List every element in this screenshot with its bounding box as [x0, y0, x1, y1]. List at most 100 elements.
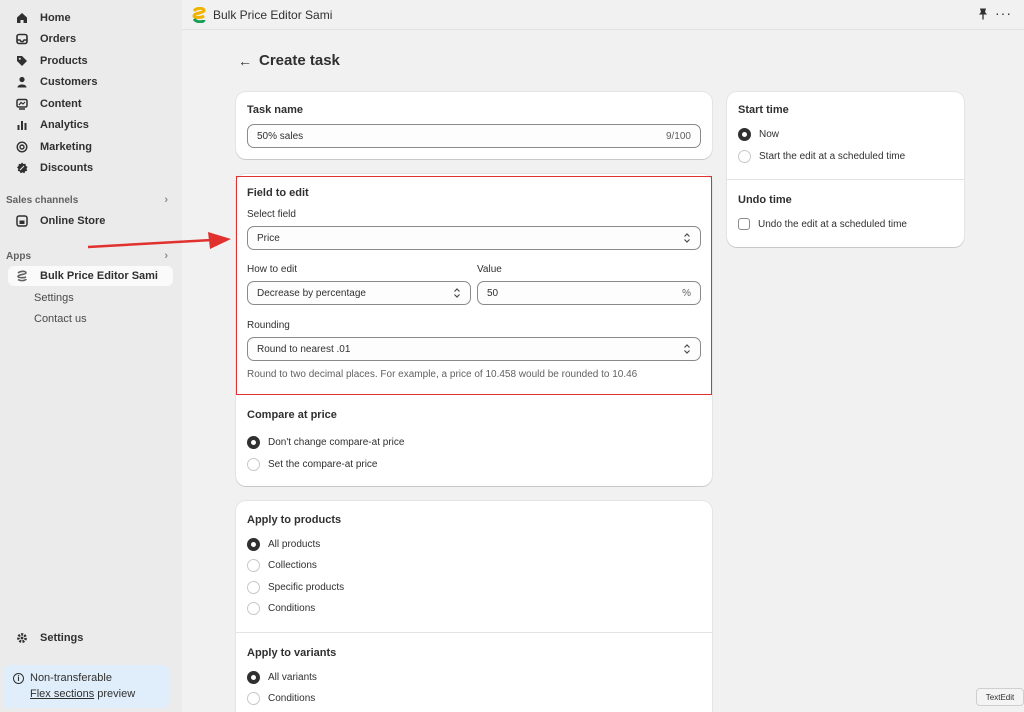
divider: [236, 632, 712, 633]
nav-app-settings[interactable]: Settings: [8, 288, 173, 308]
undo-time-checkbox[interactable]: Undo the edit at a scheduled time: [738, 218, 907, 230]
nav-orders-label: Orders: [40, 33, 77, 45]
nav-home-label: Home: [40, 12, 71, 24]
app-title: Bulk Price Editor Sami: [213, 8, 333, 22]
nav-discounts-label: Discounts: [40, 162, 94, 174]
notice-banner: i Non-transferable Flex sections preview: [3, 665, 169, 708]
radio-selected[interactable]: [247, 671, 260, 684]
nav-app-settings-label: Settings: [34, 292, 74, 304]
bar-chart-icon: [15, 118, 29, 132]
app-topbar: Bulk Price Editor Sami ···: [182, 0, 1024, 30]
page-title: Create task: [259, 52, 340, 69]
app-stack-icon: [15, 269, 29, 283]
apply-products-option-label: Conditions: [268, 603, 316, 614]
nav-analytics-label: Analytics: [40, 119, 89, 131]
radio-unselected[interactable]: [247, 602, 260, 615]
radio-unselected[interactable]: [247, 559, 260, 572]
info-icon: i: [13, 673, 24, 684]
store-icon: [15, 214, 29, 228]
compare-at-option-label: Set the compare-at price: [268, 459, 378, 470]
compare-at-title: Compare at price: [247, 409, 337, 421]
apply-variants-option-label: Conditions: [268, 693, 316, 704]
pin-icon[interactable]: [978, 8, 988, 23]
discount-icon: [15, 161, 29, 175]
radio-selected[interactable]: [247, 436, 260, 449]
nav-settings-label: Settings: [40, 632, 84, 644]
nav-content-label: Content: [40, 98, 82, 110]
compare-at-option-set[interactable]: Set the compare-at price: [247, 458, 378, 471]
task-name-counter: 9/100: [665, 130, 691, 142]
task-name-title: Task name: [247, 104, 304, 116]
divider: [727, 179, 964, 180]
nav-marketing-label: Marketing: [40, 141, 92, 153]
content-icon: [15, 97, 29, 111]
sidebar: Home Orders Products Customers Content A…: [0, 0, 182, 712]
apply-products-title: Apply to products: [247, 514, 342, 526]
start-time-scheduled[interactable]: Start the edit at a scheduled time: [738, 150, 905, 163]
task-name-card: Task name 50% sales 9/100: [236, 92, 712, 159]
apply-products-conditions[interactable]: Conditions: [247, 602, 315, 615]
nav-content[interactable]: Content: [8, 94, 173, 114]
sales-channels-header[interactable]: Sales channels ›: [6, 194, 172, 206]
nav-analytics[interactable]: Analytics: [8, 115, 173, 135]
chevron-right-icon: ›: [164, 194, 168, 206]
checkbox[interactable]: [738, 218, 750, 230]
apply-products-collections[interactable]: Collections: [247, 559, 317, 572]
radio-unselected[interactable]: [247, 458, 260, 471]
compare-at-option-label: Don't change compare-at price: [268, 437, 405, 448]
nav-orders[interactable]: Orders: [8, 29, 173, 49]
flex-sections-link[interactable]: Flex sections: [30, 688, 94, 700]
compare-at-option-dont-change[interactable]: Don't change compare-at price: [247, 436, 404, 449]
nav-app-contact[interactable]: Contact us: [8, 309, 173, 329]
nav-products-label: Products: [40, 55, 88, 67]
nav-discounts[interactable]: Discounts: [8, 158, 173, 178]
nav-products[interactable]: Products: [8, 51, 173, 71]
apply-to-card: Apply to products All products Collectio…: [236, 501, 712, 712]
nav-online-store-label: Online Store: [40, 215, 106, 227]
back-arrow-icon[interactable]: ←: [238, 53, 252, 69]
schedule-card: Start time Now Start the edit at a sched…: [727, 92, 964, 247]
apply-products-specific[interactable]: Specific products: [247, 581, 344, 594]
gear-icon: [15, 631, 29, 645]
home-icon: [15, 11, 29, 25]
radio-unselected[interactable]: [247, 692, 260, 705]
notice-suffix: preview: [94, 688, 136, 700]
task-name-input[interactable]: 50% sales 9/100: [247, 124, 701, 148]
radio-selected[interactable]: [738, 128, 751, 141]
app-logo-icon: [192, 6, 206, 24]
start-time-option-label: Start the edit at a scheduled time: [759, 151, 906, 162]
apply-variants-title: Apply to variants: [247, 647, 337, 659]
orders-icon: [15, 32, 29, 46]
notice-title: Non-transferable: [30, 672, 112, 684]
textedit-tooltip: TextEdit: [976, 688, 1024, 706]
notice-body: Flex sections preview: [30, 688, 135, 700]
more-options-icon[interactable]: ···: [995, 5, 1012, 21]
apply-products-option-label: Specific products: [268, 582, 345, 593]
nav-app-name-label: Bulk Price Editor Sami: [40, 270, 158, 282]
task-name-value: 50% sales: [257, 130, 304, 142]
apply-variants-all[interactable]: All variants: [247, 671, 317, 684]
person-icon: [15, 75, 29, 89]
apply-products-option-label: All products: [268, 539, 321, 550]
annotation-arrow: [88, 232, 231, 249]
radio-selected[interactable]: [247, 538, 260, 551]
start-time-title: Start time: [738, 104, 789, 116]
apply-variants-option-label: All variants: [268, 672, 317, 683]
radio-unselected[interactable]: [247, 581, 260, 594]
apply-products-all[interactable]: All products: [247, 538, 320, 551]
nav-app-contact-label: Contact us: [34, 313, 87, 325]
start-time-option-label: Now: [759, 129, 780, 140]
undo-time-title: Undo time: [738, 194, 792, 206]
nav-online-store[interactable]: Online Store: [8, 211, 173, 231]
highlight-box: [236, 176, 712, 395]
radio-unselected[interactable]: [738, 150, 751, 163]
apply-variants-conditions[interactable]: Conditions: [247, 692, 315, 705]
nav-marketing[interactable]: Marketing: [8, 137, 173, 157]
sales-channels-label: Sales channels: [6, 194, 79, 206]
nav-home[interactable]: Home: [8, 8, 173, 28]
nav-settings[interactable]: Settings: [8, 628, 173, 648]
nav-bulk-price-editor[interactable]: Bulk Price Editor Sami: [8, 266, 173, 286]
tag-icon: [15, 54, 29, 68]
start-time-now[interactable]: Now: [738, 128, 779, 141]
nav-customers[interactable]: Customers: [8, 72, 173, 92]
